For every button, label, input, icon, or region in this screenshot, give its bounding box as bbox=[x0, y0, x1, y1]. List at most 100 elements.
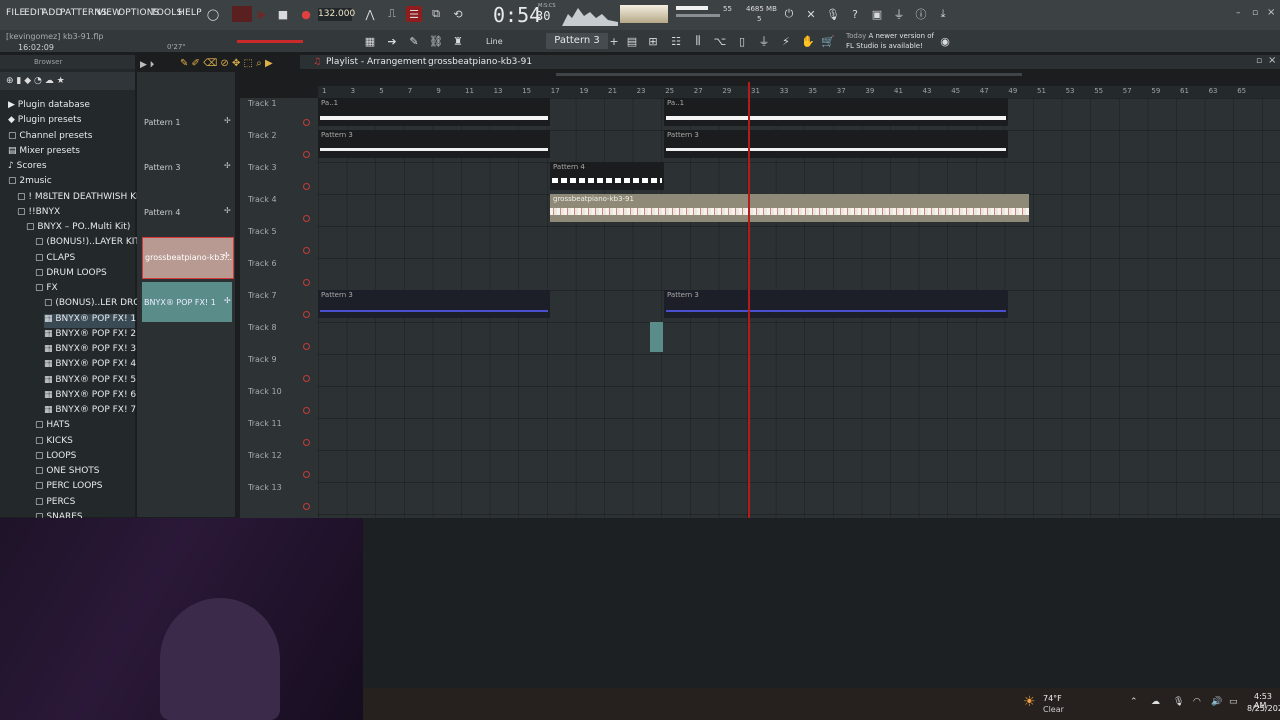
track-label[interactable]: Track 2 bbox=[248, 131, 277, 140]
clip-pattern-3[interactable]: Pattern 3 bbox=[664, 290, 1008, 318]
browser-item[interactable]: ▦ BNYX® POP FX! 1 bbox=[44, 313, 136, 328]
stamp-icon[interactable]: ♜ bbox=[450, 33, 466, 49]
breadcrumb[interactable]: grossbeatpiano-kb3-91 bbox=[428, 57, 532, 67]
picker-item[interactable]: Pattern 1 ✢ bbox=[142, 102, 232, 142]
picker-item-selected[interactable]: grossbeatpiano-kb3... ✢ bbox=[142, 237, 234, 279]
track-mute-indicator[interactable] bbox=[303, 407, 310, 414]
track-label[interactable]: Track 7 bbox=[248, 291, 277, 300]
clip-pattern-1[interactable]: Pa..1 bbox=[318, 98, 550, 126]
browser-item[interactable]: ▢ DRUM LOOPS bbox=[35, 268, 135, 282]
browser-item[interactable]: ▢ ONE SHOTS bbox=[35, 466, 135, 480]
add-pattern-icon[interactable]: + bbox=[606, 33, 622, 49]
browser-item[interactable]: ▢ (BONUS!)..LAYER KIT bbox=[35, 237, 140, 251]
browser-item[interactable]: ▢ PERCS bbox=[35, 497, 135, 511]
pencil-icon[interactable]: ✎ bbox=[406, 33, 422, 49]
snap-selector[interactable]: Line bbox=[486, 37, 503, 46]
hierarchy-icon[interactable]: ⌥ bbox=[712, 33, 728, 49]
browser-item[interactable]: ▤ Mixer presets bbox=[8, 146, 135, 160]
browser-item[interactable]: ▦ BNYX® POP FX! 2 bbox=[44, 329, 136, 343]
clip-pattern-1[interactable]: Pa..1 bbox=[664, 98, 1008, 126]
browser-item[interactable]: ▦ BNYX® POP FX! 6 bbox=[44, 390, 136, 404]
record-button[interactable]: ● bbox=[298, 6, 314, 22]
browser-item[interactable]: ▢ LOOPS bbox=[35, 451, 135, 465]
arrangement-grid[interactable]: Pa..1 Pa..1 Pattern 3 Pattern 3 Pattern … bbox=[318, 98, 1280, 518]
clock-date[interactable]: 8/25/2026 bbox=[1247, 704, 1280, 713]
track-mute-indicator[interactable] bbox=[303, 471, 310, 478]
wifi-icon[interactable]: ◠ bbox=[1193, 697, 1201, 707]
browser-item[interactable]: ▢ PERC LOOPS bbox=[35, 481, 135, 495]
clip-pattern-3[interactable]: Pattern 3 bbox=[664, 130, 1008, 158]
browser-item[interactable]: ▢ BNYX – PO..Multi Kit) bbox=[26, 222, 135, 236]
piano-roll-icon[interactable]: ▦ bbox=[362, 33, 378, 49]
track-mute-indicator[interactable] bbox=[303, 183, 310, 190]
browser-item[interactable]: ▢ Channel presets bbox=[8, 131, 135, 145]
clip-pattern-3[interactable]: Pattern 3 bbox=[318, 290, 550, 318]
browser-item[interactable]: ▢ 2music bbox=[8, 176, 135, 190]
timeline-ruler[interactable] bbox=[318, 86, 1280, 98]
chain-icon[interactable]: ⛓ bbox=[428, 33, 444, 49]
browser-item[interactable]: ▦ BNYX® POP FX! 4 bbox=[44, 359, 136, 373]
picker-item[interactable]: Pattern 3 ✢ bbox=[142, 147, 232, 187]
plugin-icon[interactable]: ⏚ bbox=[891, 6, 907, 22]
playlist-icon[interactable]: ▤ bbox=[624, 33, 640, 49]
faders-icon[interactable]: ⫼ bbox=[690, 33, 706, 49]
track-label[interactable]: Track 3 bbox=[248, 163, 277, 172]
browser-item[interactable]: ▢ HATS bbox=[35, 420, 135, 434]
playlist-close-icon[interactable]: × bbox=[1268, 55, 1276, 66]
touch-icon[interactable]: ✋ bbox=[800, 33, 816, 49]
track-mute-indicator[interactable] bbox=[303, 247, 310, 254]
cpu-knob-icon[interactable]: ◯ bbox=[205, 6, 221, 22]
play-button[interactable]: ▶ bbox=[254, 6, 270, 22]
draw-tool-icons[interactable]: ✎ ✐ ⌫ ⊘ ✥ ⬚ ⌕ ▶ bbox=[180, 58, 273, 69]
volume-icon[interactable]: 🔊 bbox=[1211, 697, 1222, 707]
step-edit-icon[interactable]: ⧉ bbox=[428, 6, 444, 22]
browser-item[interactable]: ▢ !!BNYX bbox=[17, 207, 135, 221]
browser-item[interactable]: ♪ Scores bbox=[8, 161, 135, 175]
power-icon[interactable]: ⏻ bbox=[781, 6, 797, 22]
track-label[interactable]: Track 4 bbox=[248, 195, 277, 204]
cart-icon[interactable]: 🛒 bbox=[820, 33, 836, 49]
info-icon[interactable]: ⓘ bbox=[913, 6, 929, 22]
metronome-icon[interactable]: ⋀ bbox=[362, 6, 378, 22]
pattern-song-toggle[interactable] bbox=[232, 6, 252, 22]
minimize-icon[interactable]: – bbox=[1236, 8, 1241, 18]
track-label[interactable]: Track 12 bbox=[248, 451, 282, 460]
browser-item[interactable]: ▢ (BONUS)..LER DROP bbox=[44, 298, 146, 312]
picker-item[interactable]: BNYX® POP FX! 1 ✢ bbox=[142, 282, 232, 322]
track-label[interactable]: Track 10 bbox=[248, 387, 282, 396]
master-pitch-slider[interactable] bbox=[676, 14, 720, 17]
browser-item[interactable]: ▢ CLAPS bbox=[35, 253, 135, 267]
track-label[interactable]: Track 6 bbox=[248, 259, 277, 268]
track-mute-indicator[interactable] bbox=[303, 439, 310, 446]
browser-item[interactable]: ◆ Plugin presets bbox=[8, 115, 135, 129]
battery-icon[interactable]: ▭ bbox=[1229, 697, 1238, 707]
track-label[interactable]: Track 5 bbox=[248, 227, 277, 236]
clip-audio-grossbeatpiano[interactable]: grossbeatpiano-kb3-91 bbox=[550, 194, 1029, 222]
tempo-tap-icon[interactable]: ⚡ bbox=[778, 33, 794, 49]
playlist-tool-icons[interactable]: ▶ ⏵ bbox=[140, 60, 154, 70]
channel-rack-icon[interactable]: ⊞ bbox=[645, 33, 661, 49]
microphone-icon[interactable]: 🎙 bbox=[825, 6, 841, 22]
news-panel[interactable]: Today A newer version of FL Studio is av… bbox=[846, 31, 934, 51]
track-mute-indicator[interactable] bbox=[303, 311, 310, 318]
close-icon[interactable]: × bbox=[1267, 7, 1275, 18]
globe-icon[interactable]: ◉ bbox=[937, 33, 953, 49]
track-mute-indicator[interactable] bbox=[303, 503, 310, 510]
link-icon[interactable]: ✕ bbox=[803, 6, 819, 22]
track-label[interactable]: Track 13 bbox=[248, 483, 282, 492]
picker-item[interactable]: Pattern 4 ✢ bbox=[142, 192, 232, 232]
track-label[interactable]: Track 1 bbox=[248, 99, 277, 108]
pattern-selector[interactable]: Pattern 3 bbox=[546, 33, 608, 49]
tray-chevron-icon[interactable]: ⌃ bbox=[1130, 697, 1138, 707]
track-mute-indicator[interactable] bbox=[303, 151, 310, 158]
browser-item[interactable]: ▢ FX bbox=[35, 283, 135, 297]
clip-pattern-4[interactable]: Pattern 4 bbox=[550, 162, 664, 190]
track-mute-indicator[interactable] bbox=[303, 343, 310, 350]
clip-pattern-3[interactable]: Pattern 3 bbox=[318, 130, 550, 158]
browser-item[interactable]: ▦ BNYX® POP FX! 5 bbox=[44, 375, 136, 389]
menu-file[interactable]: FILE bbox=[6, 8, 25, 18]
arrow-icon[interactable]: ➔ bbox=[384, 33, 400, 49]
mic-tray-icon[interactable]: 🎙 bbox=[1173, 697, 1184, 707]
cloud-icon[interactable]: ☁ bbox=[1151, 697, 1160, 707]
track-label[interactable]: Track 8 bbox=[248, 323, 277, 332]
